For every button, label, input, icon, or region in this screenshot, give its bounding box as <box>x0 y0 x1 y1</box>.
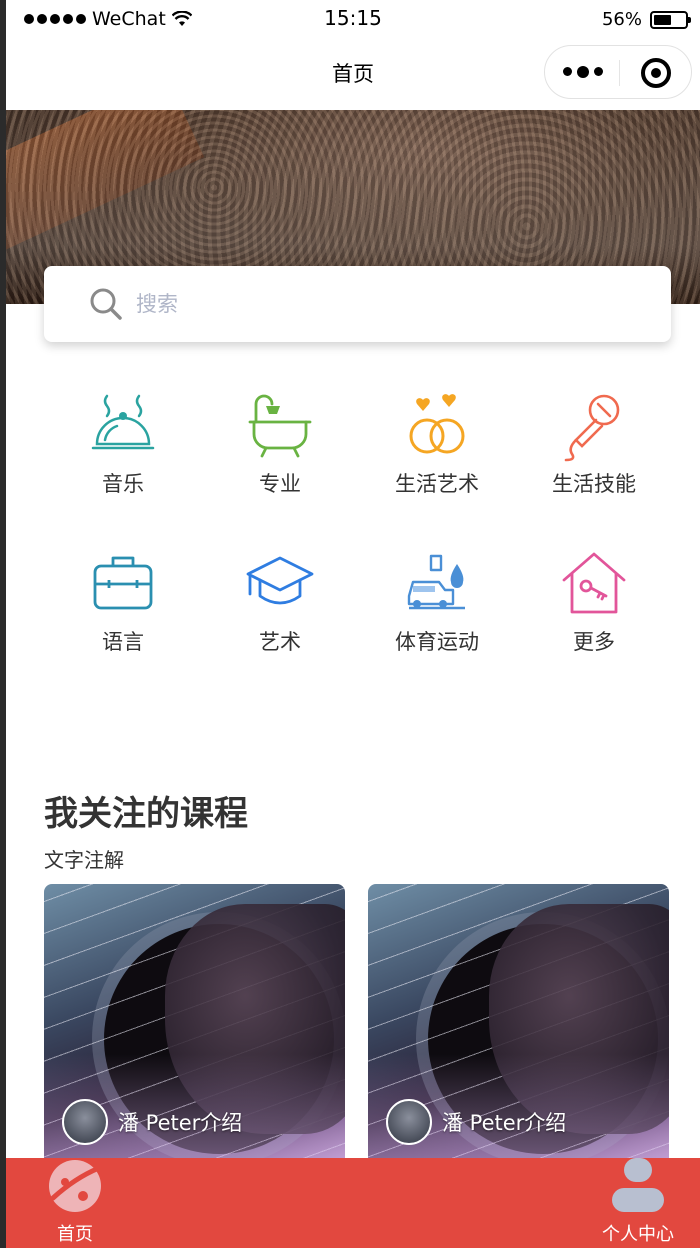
status-time: 15:15 <box>324 6 382 30</box>
category-major[interactable]: 专业 <box>200 392 360 512</box>
course-card[interactable]: 潘 Peter介绍 <box>44 884 345 1174</box>
course-author: 潘 Peter介绍 <box>386 1099 566 1145</box>
page: WeChat 15:15 56% 首页 搜索 音乐 专业 生活艺术 生活技能 语… <box>0 0 700 1248</box>
tab-label: 个人中心 <box>602 1224 674 1245</box>
tab-profile[interactable]: 个人中心 <box>578 1158 698 1248</box>
category-label: 语言 <box>102 630 144 654</box>
house-key-icon <box>562 552 626 614</box>
cloche-icon <box>91 394 155 450</box>
battery-icon <box>650 10 691 29</box>
category-art[interactable]: 艺术 <box>200 550 360 670</box>
search-input[interactable] <box>136 284 616 324</box>
category-sports[interactable]: 体育运动 <box>357 550 517 670</box>
mini-program-capsule <box>544 45 692 99</box>
author-name: 潘 Peter介绍 <box>118 1111 243 1135</box>
course-author: 潘 Peter介绍 <box>62 1099 242 1145</box>
microphone-icon <box>564 394 620 462</box>
close-mini-program-button[interactable] <box>641 58 671 88</box>
planet-icon <box>49 1160 102 1212</box>
battery-percent: 56% <box>601 9 642 30</box>
status-bar: WeChat 15:15 56% <box>6 0 700 40</box>
category-language[interactable]: 语言 <box>43 550 203 670</box>
tab-label: 首页 <box>57 1224 93 1245</box>
nav-bar: 首页 <box>6 40 700 110</box>
rings-icon <box>409 394 465 454</box>
car-wash-icon <box>407 554 465 610</box>
category-life-skill[interactable]: 生活技能 <box>514 392 674 512</box>
category-label: 体育运动 <box>395 630 479 654</box>
bathtub-icon <box>248 394 312 458</box>
window-edge <box>0 0 6 1248</box>
tab-bar: 首页 个人中心 <box>6 1158 700 1248</box>
capsule-divider <box>619 60 620 86</box>
graduation-cap-icon <box>246 556 314 605</box>
category-label: 生活技能 <box>552 472 636 496</box>
search-box[interactable] <box>44 266 671 342</box>
category-label: 生活艺术 <box>395 472 479 496</box>
author-name: 潘 Peter介绍 <box>442 1111 567 1135</box>
category-music[interactable]: 音乐 <box>43 392 203 512</box>
category-label: 音乐 <box>102 472 144 496</box>
course-card[interactable]: 潘 Peter介绍 <box>368 884 669 1174</box>
section-title: 我关注的课程 <box>44 794 248 834</box>
category-life-art[interactable]: 生活艺术 <box>357 392 517 512</box>
avatar <box>386 1099 432 1145</box>
briefcase-icon <box>93 556 153 610</box>
search-icon <box>90 288 122 320</box>
category-label: 更多 <box>573 630 615 654</box>
tab-home[interactable]: 首页 <box>15 1158 135 1248</box>
category-label: 专业 <box>259 472 301 496</box>
category-label: 艺术 <box>259 630 301 654</box>
person-icon <box>612 1158 664 1212</box>
section-subtitle: 文字注解 <box>44 848 124 872</box>
category-more[interactable]: 更多 <box>514 550 674 670</box>
battery-status: 56% <box>601 9 691 30</box>
more-options-button[interactable] <box>563 66 603 78</box>
avatar <box>62 1099 108 1145</box>
